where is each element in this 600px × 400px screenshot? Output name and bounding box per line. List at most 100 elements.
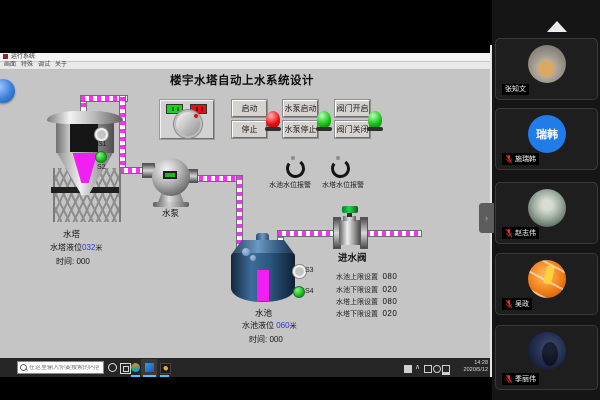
participant-name: 张知文 [505,85,526,94]
menu-item-screen[interactable]: 画面 [4,62,16,69]
tower-level-unit: 米 [95,245,102,252]
cortana-icon[interactable] [108,363,117,372]
tank-level-line: 水池液位 060米 [242,320,297,331]
participant-nametag: 赵志伟 [502,227,539,239]
tank-level-value: 060 [276,321,289,330]
tower-time-label: 时间: [56,257,74,266]
tower-cap [47,111,123,124]
pipe-valve-right [365,230,422,237]
muted-mic-icon [505,228,513,238]
start-button[interactable]: 启动 [232,100,267,117]
window-title: 运行系统 [11,53,35,61]
tower-time-line: 时间: 000 [56,256,90,267]
pump-name: 水泵 [162,207,179,219]
participant-card[interactable]: 赵志伟 [495,182,598,244]
tank-alarm-bell-clapper [291,156,295,160]
valve-open-button[interactable]: 阀门开启 [335,100,370,117]
sensor-s4-lamp [293,286,305,298]
gauge-knob[interactable] [174,110,202,138]
clock-date: 2020/5/12 [452,367,488,374]
valve-right-flange [360,217,368,249]
tower-level-label: 水塔液位 [50,243,82,252]
share-letterbox-top [0,0,490,53]
tower-time-value: 000 [76,257,89,266]
valve-close-button[interactable]: 阀门关闭 [335,121,370,138]
start-button-taskbar[interactable] [0,358,16,377]
participant-name: 施瑞韩 [515,155,536,164]
pump-start-button[interactable]: 水泵启动 [283,100,318,117]
stop-button[interactable]: 停止 [232,121,267,138]
avatar [528,189,566,227]
tower-alarm-label: 水塔水位报警 [322,180,364,190]
tank-port-2 [250,255,256,261]
scroll-up-icon[interactable] [547,21,567,32]
tower-name: 水塔 [63,228,80,240]
sidebar-collapse-handle[interactable]: › [479,203,494,233]
pump-run-lamp [165,173,175,177]
valve-indicator-led [368,111,382,128]
avatar [528,45,566,83]
tank-time-line: 时间: 000 [249,334,283,345]
taskbar-app2-icon[interactable] [145,363,154,372]
participant-nametag: 施瑞韩 [502,153,539,165]
participant-nametag: 吴政 [502,298,532,310]
share-letterbox-bottom [0,377,490,400]
app3-running-indicator [160,375,169,377]
tray-network-icon[interactable] [442,365,450,375]
run-indicator-led [266,111,280,128]
search-input[interactable] [29,365,99,371]
sensor-s2-label: S2 [97,164,106,171]
participant-card[interactable]: 张知文 [495,38,598,100]
settings-row-4: 水塔下限设置 020 [336,303,397,321]
tank-level-label: 水池液位 [242,321,274,330]
pump-stop-button[interactable]: 水泵停止 [283,121,318,138]
tray-chevron-icon[interactable]: ∧ [415,364,420,372]
app1-running-indicator [131,375,140,377]
avatar: 瑞韩 [528,115,566,153]
participant-name: 季丽伟 [515,375,536,384]
taskbar-app3-icon[interactable] [160,363,171,374]
sensor-s2-lamp [95,151,107,163]
participant-nametag: 季丽伟 [502,373,539,385]
task-view-icon[interactable] [120,363,131,374]
participant-card[interactable]: 季丽伟 [495,325,598,390]
taskbar-search[interactable] [17,361,104,374]
valve-body [339,220,360,245]
pipe-riser [119,95,126,174]
clock-time: 14:28 [452,360,488,367]
sensor-s1-label: S1 [98,141,107,148]
hmi-title: 楼宇水塔自动上水系统设计 [170,72,314,88]
tray-volume-icon[interactable] [433,365,441,373]
menu-item-special[interactable]: 特殊 [21,62,33,69]
participant-card[interactable]: 瑞韩 施瑞韩 [495,108,598,170]
participant-name: 吴政 [515,300,529,309]
tray-ime-icon[interactable] [404,365,412,373]
participant-card[interactable]: 吴政 [495,253,598,315]
window-titlebar [0,53,490,62]
valve-name: 进水阀 [338,250,367,264]
muted-mic-icon [505,299,513,309]
valve-handle [342,206,358,213]
tray-icon-1[interactable] [424,365,432,373]
menu-item-about[interactable]: 关于 [55,62,67,69]
sensor-s3-label: S3 [305,267,314,274]
tower-alarm-bell-clapper [336,156,340,160]
sensor-s4-label: S4 [305,288,314,295]
tank-level-unit: 米 [290,323,297,330]
sensor-s1-lamp [95,128,108,141]
menu-item-debug[interactable]: 调试 [38,62,50,69]
tank-port-1 [242,248,250,256]
avatar [528,260,566,298]
tank-alarm-label: 水池水位报警 [269,180,311,190]
app2-running-indicator [143,375,156,377]
search-icon [20,364,27,371]
muted-mic-icon [505,154,513,164]
muted-mic-icon [505,374,513,384]
setting-label: 水塔下限设置 [336,311,378,318]
setting-value: 020 [382,309,397,318]
screen: 运行系统 画面 特殊 调试 关于 楼宇水塔自动上水系统设计 启动 停止 水泵启动… [0,0,600,400]
participant-name: 赵志伟 [515,229,536,238]
taskbar-clock[interactable]: 14:28 2020/5/12 [452,360,488,374]
taskbar-app1-icon[interactable] [131,363,140,372]
tank-level-fill [257,270,269,301]
